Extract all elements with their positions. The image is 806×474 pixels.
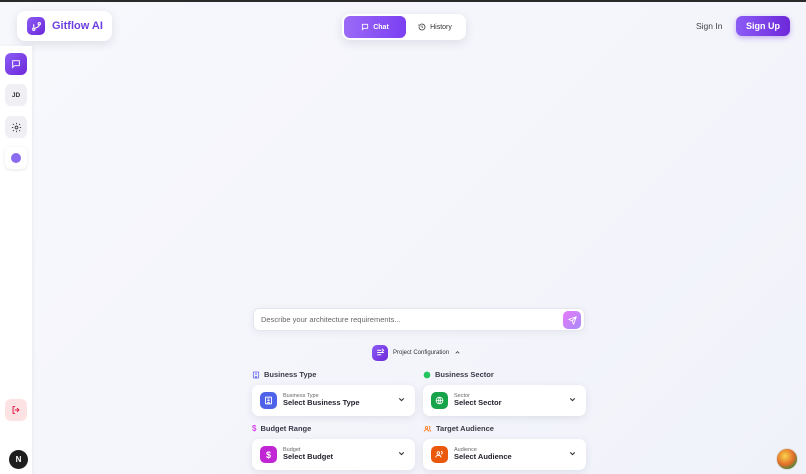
sign-in-link[interactable]: Sign In xyxy=(696,21,722,31)
tab-chat-label: Chat xyxy=(373,23,389,31)
business-sector-label: Business Sector xyxy=(423,370,494,379)
budget-range-select[interactable]: $ Budget Select Budget xyxy=(252,439,415,470)
config-icon xyxy=(372,344,388,361)
prompt-box xyxy=(253,308,585,331)
sidebar-chat-button[interactable] xyxy=(5,53,27,75)
project-config-toggle[interactable]: Project Configuration xyxy=(372,344,461,361)
business-sector-value: Select Sector xyxy=(454,398,502,408)
tab-chat[interactable]: Chat xyxy=(344,16,406,38)
view-tabs: Chat History xyxy=(342,14,466,40)
building-icon xyxy=(252,371,260,378)
chevron-up-icon xyxy=(455,351,460,354)
chat-icon xyxy=(12,60,20,69)
send-icon xyxy=(567,315,577,325)
chevron-down-icon xyxy=(569,397,576,402)
business-type-label: Business Type xyxy=(252,370,316,379)
config-label: Project Configuration xyxy=(393,349,450,356)
chevron-down-icon xyxy=(569,451,576,456)
history-icon xyxy=(418,23,426,31)
users-icon xyxy=(431,446,448,463)
audience-value: Select Audience xyxy=(454,452,512,462)
chevron-down-icon xyxy=(398,397,405,402)
sign-up-button[interactable]: Sign Up xyxy=(736,16,790,36)
theme-toggle-button[interactable] xyxy=(5,147,27,169)
tab-history-label: History xyxy=(430,23,452,31)
target-audience-select[interactable]: Audience Select Audience xyxy=(423,439,586,470)
logout-icon xyxy=(12,406,20,414)
budget-value: Select Budget xyxy=(283,452,334,462)
chat-icon xyxy=(362,23,369,31)
corner-avatar[interactable] xyxy=(776,448,798,470)
dollar-icon: $ xyxy=(260,446,277,463)
settings-button[interactable] xyxy=(5,116,27,138)
user-avatar-button[interactable]: JD xyxy=(5,84,27,106)
target-audience-label: Target Audience xyxy=(423,424,494,433)
app-logo[interactable]: Gitflow AI xyxy=(17,11,112,41)
prompt-input[interactable] xyxy=(261,315,551,324)
theme-dot-icon xyxy=(11,153,21,163)
send-button[interactable] xyxy=(563,311,581,329)
gear-icon xyxy=(11,122,21,132)
sidebar: JD xyxy=(0,46,32,474)
git-branch-icon xyxy=(27,17,45,35)
app-name: Gitflow AI xyxy=(52,20,103,32)
n-badge[interactable]: N xyxy=(9,450,28,469)
budget-range-label: $ Budget Range xyxy=(252,424,312,433)
dollar-icon: $ xyxy=(252,424,257,433)
logout-button[interactable] xyxy=(5,399,27,421)
chevron-down-icon xyxy=(398,451,405,456)
business-type-value: Select Business Type xyxy=(283,398,360,408)
business-sector-select[interactable]: Sector Select Sector xyxy=(423,385,586,416)
users-icon xyxy=(423,425,432,432)
globe-icon xyxy=(423,371,431,378)
tab-history[interactable]: History xyxy=(406,16,464,38)
globe-icon xyxy=(431,392,448,409)
business-type-select[interactable]: Business Type Select Business Type xyxy=(252,385,415,416)
building-icon xyxy=(260,392,277,409)
